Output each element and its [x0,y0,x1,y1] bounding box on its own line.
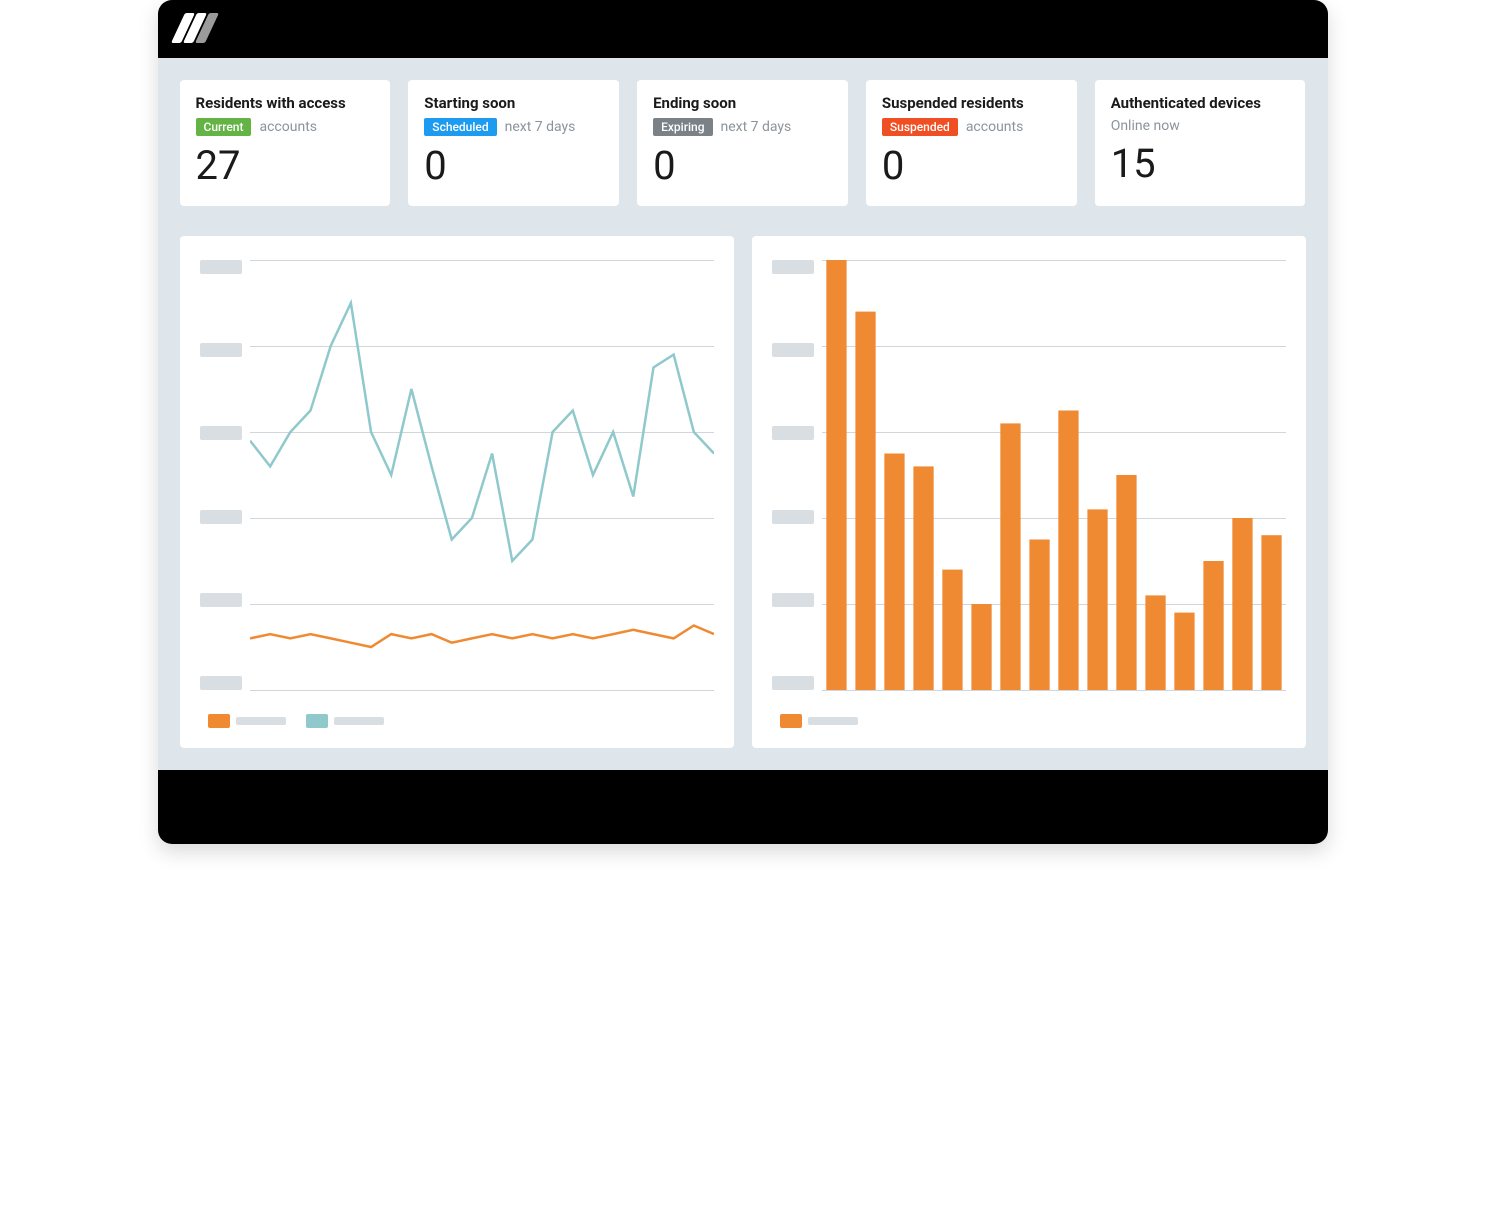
stat-sub-text: accounts [966,119,1024,135]
bar-chart-card [752,236,1306,748]
stat-card-devices[interactable]: Authenticated devices Online now 15 [1095,80,1306,206]
status-badge: Suspended [882,118,958,136]
y-tick [772,343,814,357]
stat-sub: Expiring next 7 days [653,118,832,136]
legend-swatch [306,714,328,728]
stat-sub: Scheduled next 7 days [424,118,603,136]
stat-value: 0 [653,144,832,188]
stat-card-residents[interactable]: Residents with access Current accounts 2… [180,80,391,206]
app-header [158,0,1328,58]
legend-item [208,714,286,728]
y-tick [200,260,242,274]
y-tick [772,426,814,440]
stat-card-ending[interactable]: Ending soon Expiring next 7 days 0 [637,80,848,206]
stat-sub-text: Online now [1111,118,1180,134]
stat-title: Suspended residents [882,94,1061,112]
legend-item [306,714,384,728]
legend-label [808,717,858,725]
legend-swatch [208,714,230,728]
stat-card-suspended[interactable]: Suspended residents Suspended accounts 0 [866,80,1077,206]
status-badge: Expiring [653,118,712,136]
y-axis [772,260,822,690]
y-tick [772,260,814,274]
stat-sub-text: accounts [259,119,317,135]
app-body: Residents with access Current accounts 2… [158,58,1328,770]
stat-title: Starting soon [424,94,603,112]
charts-row [180,236,1306,748]
stat-value: 0 [424,144,603,188]
legend [200,714,714,728]
legend [772,714,1286,728]
line-chart-area [200,260,714,690]
status-badge: Current [196,118,252,136]
legend-label [334,717,384,725]
line-plot [250,260,714,690]
y-tick [200,676,242,690]
y-tick [200,510,242,524]
status-badge: Scheduled [424,118,496,136]
y-tick [772,593,814,607]
y-tick [772,676,814,690]
legend-label [236,717,286,725]
app-footer [158,770,1328,844]
stat-sub-text: next 7 days [505,119,576,135]
stat-title: Authenticated devices [1111,94,1290,112]
y-axis [200,260,250,690]
stat-sub: Current accounts [196,118,375,136]
stat-value: 27 [196,144,375,188]
stat-card-starting[interactable]: Starting soon Scheduled next 7 days 0 [408,80,619,206]
y-tick [200,426,242,440]
stat-sub-text: next 7 days [721,119,792,135]
y-tick [772,510,814,524]
stat-sub: Suspended accounts [882,118,1061,136]
y-tick [200,343,242,357]
app-logo-icon [172,9,212,49]
legend-swatch [780,714,802,728]
bar-plot [822,260,1286,690]
stat-sub: Online now [1111,118,1290,134]
stat-title: Residents with access [196,94,375,112]
bar-chart-area [772,260,1286,690]
legend-item [780,714,858,728]
app-frame: Residents with access Current accounts 2… [158,0,1328,844]
stat-value: 0 [882,144,1061,188]
stats-row: Residents with access Current accounts 2… [180,80,1306,206]
stat-title: Ending soon [653,94,832,112]
line-chart-card [180,236,734,748]
stat-value: 15 [1111,142,1290,186]
y-tick [200,593,242,607]
